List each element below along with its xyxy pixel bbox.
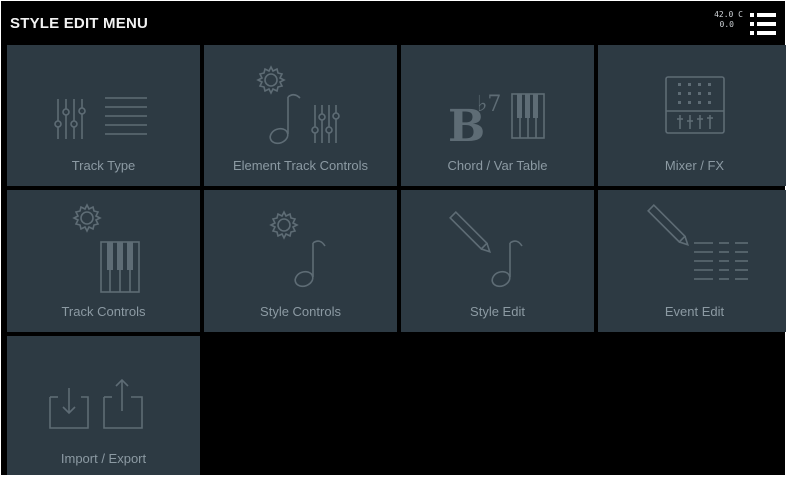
- value-readout: 0.0: [719, 20, 734, 29]
- page-title: STYLE EDIT MENU: [10, 15, 149, 32]
- style-edit-tile[interactable]: Style Edit: [401, 190, 594, 332]
- element-track-controls-tile[interactable]: Element Track Controls: [204, 45, 397, 186]
- track-type-tile[interactable]: Track Type: [7, 45, 200, 186]
- event-edit-tile[interactable]: Event Edit: [598, 190, 786, 332]
- track-controls-tile[interactable]: Track Controls: [7, 190, 200, 332]
- chord-superscript: ♭7: [477, 92, 501, 117]
- tile-label: Mixer / FX: [664, 158, 725, 173]
- style-controls-tile[interactable]: Style Controls: [204, 190, 397, 332]
- import-export-tile[interactable]: Import / Export: [7, 336, 200, 475]
- tile-label: Chord / Var Table: [447, 158, 548, 173]
- tile-label: Import / Export: [60, 451, 147, 466]
- chord-var-table-tile[interactable]: B ♭7 Chord / Var Table: [401, 45, 594, 186]
- tile-label: Element Track Controls: [232, 158, 369, 173]
- tile-label: Track Controls: [61, 304, 146, 319]
- tile-label: Event Edit: [664, 304, 725, 319]
- menu-button[interactable]: [750, 12, 776, 36]
- status-readout: 42.0 C 0.0: [714, 10, 743, 30]
- tile-label: Style Controls: [260, 304, 341, 319]
- tile-label: Track Type: [71, 158, 136, 173]
- screen: STYLE EDIT MENU 42.0 C 0.0 Track Type El…: [1, 1, 786, 475]
- top-bar: STYLE EDIT MENU 42.0 C 0.0: [1, 5, 783, 41]
- mixer-fx-tile[interactable]: Mixer / FX: [598, 45, 786, 186]
- temperature-readout: 42.0 C: [714, 10, 743, 19]
- tile-label: Style Edit: [470, 304, 525, 319]
- list-menu-icon: [750, 13, 776, 35]
